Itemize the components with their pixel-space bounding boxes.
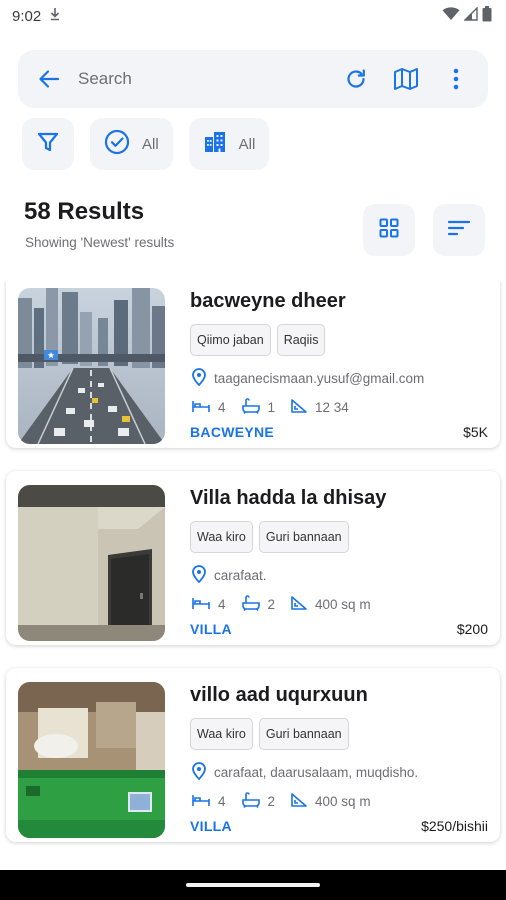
download-icon bbox=[49, 7, 61, 25]
listing-location: carafaat. bbox=[192, 565, 267, 586]
listing-photo bbox=[18, 485, 165, 641]
bedrooms-count: 4 bbox=[218, 400, 226, 415]
listing-card[interactable]: Villa hadda la dhisay Waa kiro Guri bann… bbox=[6, 471, 500, 645]
bathrooms-count: 2 bbox=[267, 597, 276, 612]
status-filter-chip[interactable]: All bbox=[90, 118, 173, 170]
search-input[interactable]: Search bbox=[78, 69, 326, 89]
area-icon bbox=[291, 596, 307, 613]
listing-tags: Waa kiro Guri bannaan bbox=[190, 718, 349, 750]
listing-location-text: taaganecismaan.yusuf@gmail.com bbox=[214, 371, 425, 386]
grid-view-button[interactable] bbox=[363, 204, 415, 256]
sort-icon bbox=[447, 219, 471, 242]
listing-title: Villa hadda la dhisay bbox=[190, 487, 387, 509]
bed-icon bbox=[192, 399, 210, 416]
location-pin-icon bbox=[192, 565, 206, 586]
listing-card[interactable]: villo aad uqurxuun Waa kiro Guri bannaan… bbox=[6, 668, 500, 842]
listing-type: VILLA bbox=[190, 621, 232, 637]
bed-icon bbox=[192, 793, 210, 810]
more-vert-icon[interactable] bbox=[436, 59, 476, 99]
listing-price: $5K bbox=[463, 424, 488, 440]
listing-location: carafaat, daarusalaam, muqdisho. bbox=[192, 762, 418, 783]
listing-stats: 4 2 400 sq m bbox=[192, 792, 387, 811]
bedrooms-count: 4 bbox=[218, 794, 226, 809]
listing-type: BACWEYNE bbox=[190, 424, 275, 440]
listing-type: VILLA bbox=[190, 818, 232, 834]
battery-icon bbox=[482, 6, 492, 26]
system-nav-bar bbox=[0, 870, 506, 900]
bathrooms-stat: 1 bbox=[241, 398, 276, 417]
grid-icon bbox=[379, 218, 399, 243]
type-filter-chip[interactable]: All bbox=[188, 118, 270, 170]
sort-button[interactable] bbox=[433, 204, 485, 256]
buildings-icon bbox=[203, 130, 227, 158]
area-icon bbox=[291, 399, 307, 416]
back-arrow-icon[interactable] bbox=[34, 64, 64, 94]
refresh-icon[interactable] bbox=[336, 59, 376, 99]
listing-tag: Waa kiro bbox=[190, 718, 253, 750]
bathrooms-stat: 2 bbox=[241, 595, 276, 614]
map-icon[interactable] bbox=[386, 59, 426, 99]
area-value: 12 34 bbox=[315, 400, 349, 415]
bedrooms-stat: 4 bbox=[192, 399, 226, 416]
bedrooms-stat: 4 bbox=[192, 793, 226, 810]
search-bar: Search bbox=[18, 50, 488, 108]
bathrooms-count: 2 bbox=[267, 794, 276, 809]
listing-location-text: carafaat, daarusalaam, muqdisho. bbox=[214, 765, 419, 780]
listing-list: bacweyne dheer Qiimo jaban Raqiis taagan… bbox=[0, 282, 506, 864]
area-stat: 400 sq m bbox=[291, 793, 371, 810]
listing-photo bbox=[18, 288, 165, 444]
listing-tag: Raqiis bbox=[276, 324, 326, 356]
filter-icon bbox=[37, 131, 59, 157]
check-circle-icon bbox=[104, 129, 130, 159]
listing-photo bbox=[18, 682, 165, 838]
area-value: 400 sq m bbox=[315, 597, 371, 612]
filter-button[interactable] bbox=[22, 118, 74, 170]
listing-tag: Waa kiro bbox=[190, 521, 253, 553]
listing-tags: Waa kiro Guri bannaan bbox=[190, 521, 349, 553]
status-bar: 9:02 bbox=[0, 0, 506, 32]
status-filter-label: All bbox=[142, 135, 159, 153]
area-stat: 12 34 bbox=[291, 399, 349, 416]
listing-tag: Qiimo jaban bbox=[190, 324, 271, 356]
bed-icon bbox=[192, 596, 210, 613]
results-count-title: 58 Results bbox=[24, 198, 145, 225]
bathrooms-stat: 2 bbox=[241, 792, 276, 811]
area-stat: 400 sq m bbox=[291, 596, 371, 613]
listing-stats: 4 2 400 sq m bbox=[192, 595, 387, 614]
bathrooms-count: 1 bbox=[267, 400, 276, 415]
listing-title: villo aad uqurxuun bbox=[190, 684, 368, 706]
location-pin-icon bbox=[192, 762, 206, 783]
location-pin-icon bbox=[192, 368, 206, 389]
filter-row: All All bbox=[22, 118, 270, 170]
bathtub-icon bbox=[241, 398, 260, 417]
wifi-icon bbox=[442, 7, 460, 25]
status-time: 9:02 bbox=[12, 7, 42, 25]
area-icon bbox=[291, 793, 307, 810]
bedrooms-count: 4 bbox=[218, 597, 226, 612]
listing-location: taaganecismaan.yusuf@gmail.com bbox=[192, 368, 424, 389]
home-gesture-handle[interactable] bbox=[186, 883, 320, 887]
listing-card[interactable]: bacweyne dheer Qiimo jaban Raqiis taagan… bbox=[6, 282, 500, 448]
bedrooms-stat: 4 bbox=[192, 596, 226, 613]
type-filter-label: All bbox=[238, 135, 256, 153]
results-sort-subtitle: Showing 'Newest' results bbox=[25, 235, 175, 250]
signal-icon bbox=[463, 6, 478, 25]
listing-price: $200 bbox=[456, 621, 488, 637]
bathtub-icon bbox=[241, 595, 260, 614]
listing-stats: 4 1 12 34 bbox=[192, 398, 365, 417]
area-value: 400 sq m bbox=[315, 794, 371, 809]
listing-location-text: carafaat. bbox=[214, 568, 267, 583]
listing-tags: Qiimo jaban Raqiis bbox=[190, 324, 326, 356]
listing-tag: Guri bannaan bbox=[258, 521, 349, 553]
listing-price: $250/bishii bbox=[421, 818, 488, 834]
bathtub-icon bbox=[241, 792, 260, 811]
listing-tag: Guri bannaan bbox=[258, 718, 349, 750]
listing-title: bacweyne dheer bbox=[190, 290, 346, 312]
